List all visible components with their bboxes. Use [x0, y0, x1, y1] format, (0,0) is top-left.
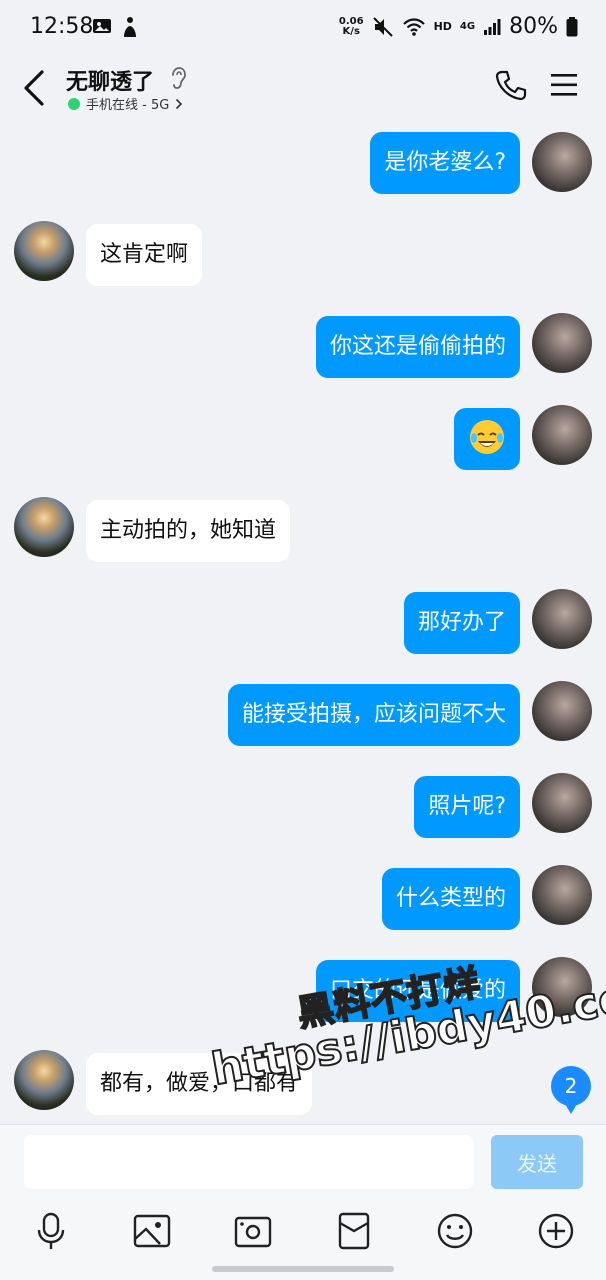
- network-type: 4G: [459, 21, 476, 32]
- emoji-icon: [437, 1213, 473, 1249]
- menu-button[interactable]: [550, 72, 578, 102]
- chevron-left-icon: [24, 70, 44, 106]
- image-icon: [133, 1214, 171, 1248]
- red-packet-icon: [338, 1212, 370, 1250]
- message-row: 是你老婆么?: [0, 132, 606, 194]
- status-bar: 12:58 0.06 K/s HD 4G 80%: [0, 0, 606, 56]
- message-row: [0, 405, 606, 470]
- back-button[interactable]: [20, 68, 50, 108]
- message-bubble[interactable]: 什么类型的: [381, 868, 520, 930]
- battery-icon: [566, 16, 578, 36]
- message-bubble[interactable]: 那好办了: [403, 592, 520, 654]
- message-row: 这肯定啊: [0, 221, 606, 286]
- message-row: 主动拍的，她知道: [0, 497, 606, 562]
- unread-count-badge[interactable]: 2: [551, 1066, 591, 1114]
- laughing-tears-emoji-icon: [470, 420, 504, 454]
- message-bubble[interactable]: 能接受拍摄，应该问题不大: [227, 684, 520, 746]
- voice-button[interactable]: [31, 1211, 71, 1251]
- status-time: 12:58: [30, 14, 94, 39]
- message-row: 那好办了: [0, 589, 606, 654]
- contact-avatar[interactable]: [14, 497, 74, 557]
- red-packet-button[interactable]: [334, 1211, 374, 1251]
- message-row: 能接受拍摄，应该问题不大: [0, 681, 606, 746]
- my-avatar[interactable]: [532, 681, 592, 741]
- contact-avatar[interactable]: [14, 1050, 74, 1110]
- my-avatar[interactable]: [532, 313, 592, 373]
- mute-icon: [372, 16, 393, 37]
- my-avatar[interactable]: [532, 405, 592, 465]
- message-row: 照片呢?: [0, 773, 606, 838]
- chat-header: 无聊透了 手机在线 - 5G: [0, 56, 606, 124]
- my-avatar[interactable]: [532, 589, 592, 649]
- battery-percent: 80%: [509, 14, 558, 39]
- network-speed: 0.06 K/s: [338, 15, 364, 37]
- send-button[interactable]: 发送: [491, 1135, 583, 1189]
- image-button[interactable]: [132, 1211, 172, 1251]
- accessibility-notification-icon: [124, 17, 136, 37]
- phone-icon: [495, 70, 527, 101]
- message-bubble[interactable]: 照片呢?: [414, 776, 520, 838]
- call-button[interactable]: [494, 68, 528, 106]
- camera-button[interactable]: [233, 1211, 273, 1251]
- microphone-icon: [37, 1212, 65, 1249]
- my-avatar[interactable]: [532, 132, 592, 192]
- input-toolbar: [0, 1205, 606, 1261]
- more-button[interactable]: [536, 1211, 576, 1251]
- gallery-notification-icon: [93, 19, 111, 33]
- status-notification-icons: [92, 16, 140, 38]
- message-bubble[interactable]: 是你老婆么?: [370, 132, 520, 194]
- ear-icon[interactable]: [168, 66, 188, 90]
- message-row: 口交的还是做爱的: [0, 957, 606, 1022]
- contact-avatar[interactable]: [14, 221, 74, 281]
- message-row: 你这还是偷偷拍的: [0, 313, 606, 378]
- message-list[interactable]: 是你老婆么? 这肯定啊 你这还是偷偷拍的 主动拍的，她知道 那好办了 能接受拍摄…: [0, 124, 606, 1124]
- plus-icon: [538, 1213, 574, 1249]
- my-avatar[interactable]: [532, 865, 592, 925]
- message-row: 什么类型的: [0, 865, 606, 930]
- message-row: 都有，做爱，口都有: [0, 1050, 606, 1115]
- signal-icon: [484, 18, 501, 35]
- network-speed-value: 0.06: [338, 15, 364, 27]
- wifi-icon: [402, 17, 425, 36]
- message-bubble-emoji[interactable]: [454, 408, 520, 470]
- hd-label: HD: [433, 20, 452, 33]
- network-speed-unit: K/s: [342, 25, 360, 37]
- online-dot: [68, 97, 80, 110]
- message-input[interactable]: [24, 1135, 474, 1189]
- hamburger-menu-icon: [551, 74, 577, 96]
- camera-icon: [234, 1216, 272, 1248]
- message-bubble[interactable]: 这肯定啊: [86, 224, 203, 286]
- input-bar: 发送: [0, 1124, 606, 1280]
- emoji-button[interactable]: [435, 1211, 475, 1251]
- message-bubble[interactable]: 你这还是偷偷拍的: [315, 316, 520, 378]
- my-avatar[interactable]: [532, 957, 592, 1017]
- message-bubble[interactable]: 主动拍的，她知道: [86, 500, 291, 562]
- chevron-right-icon: [176, 98, 183, 109]
- message-bubble[interactable]: 都有，做爱，口都有: [86, 1053, 313, 1115]
- home-indicator[interactable]: [212, 1266, 394, 1272]
- status-right-cluster: 0.06 K/s HD 4G 80%: [339, 14, 578, 39]
- chat-title[interactable]: 无聊透了: [66, 64, 154, 96]
- message-bubble[interactable]: 口交的还是做爱的: [315, 960, 520, 1022]
- my-avatar[interactable]: [532, 773, 592, 833]
- online-status[interactable]: 手机在线 - 5G: [68, 94, 183, 113]
- online-status-text: 手机在线 - 5G: [86, 98, 170, 113]
